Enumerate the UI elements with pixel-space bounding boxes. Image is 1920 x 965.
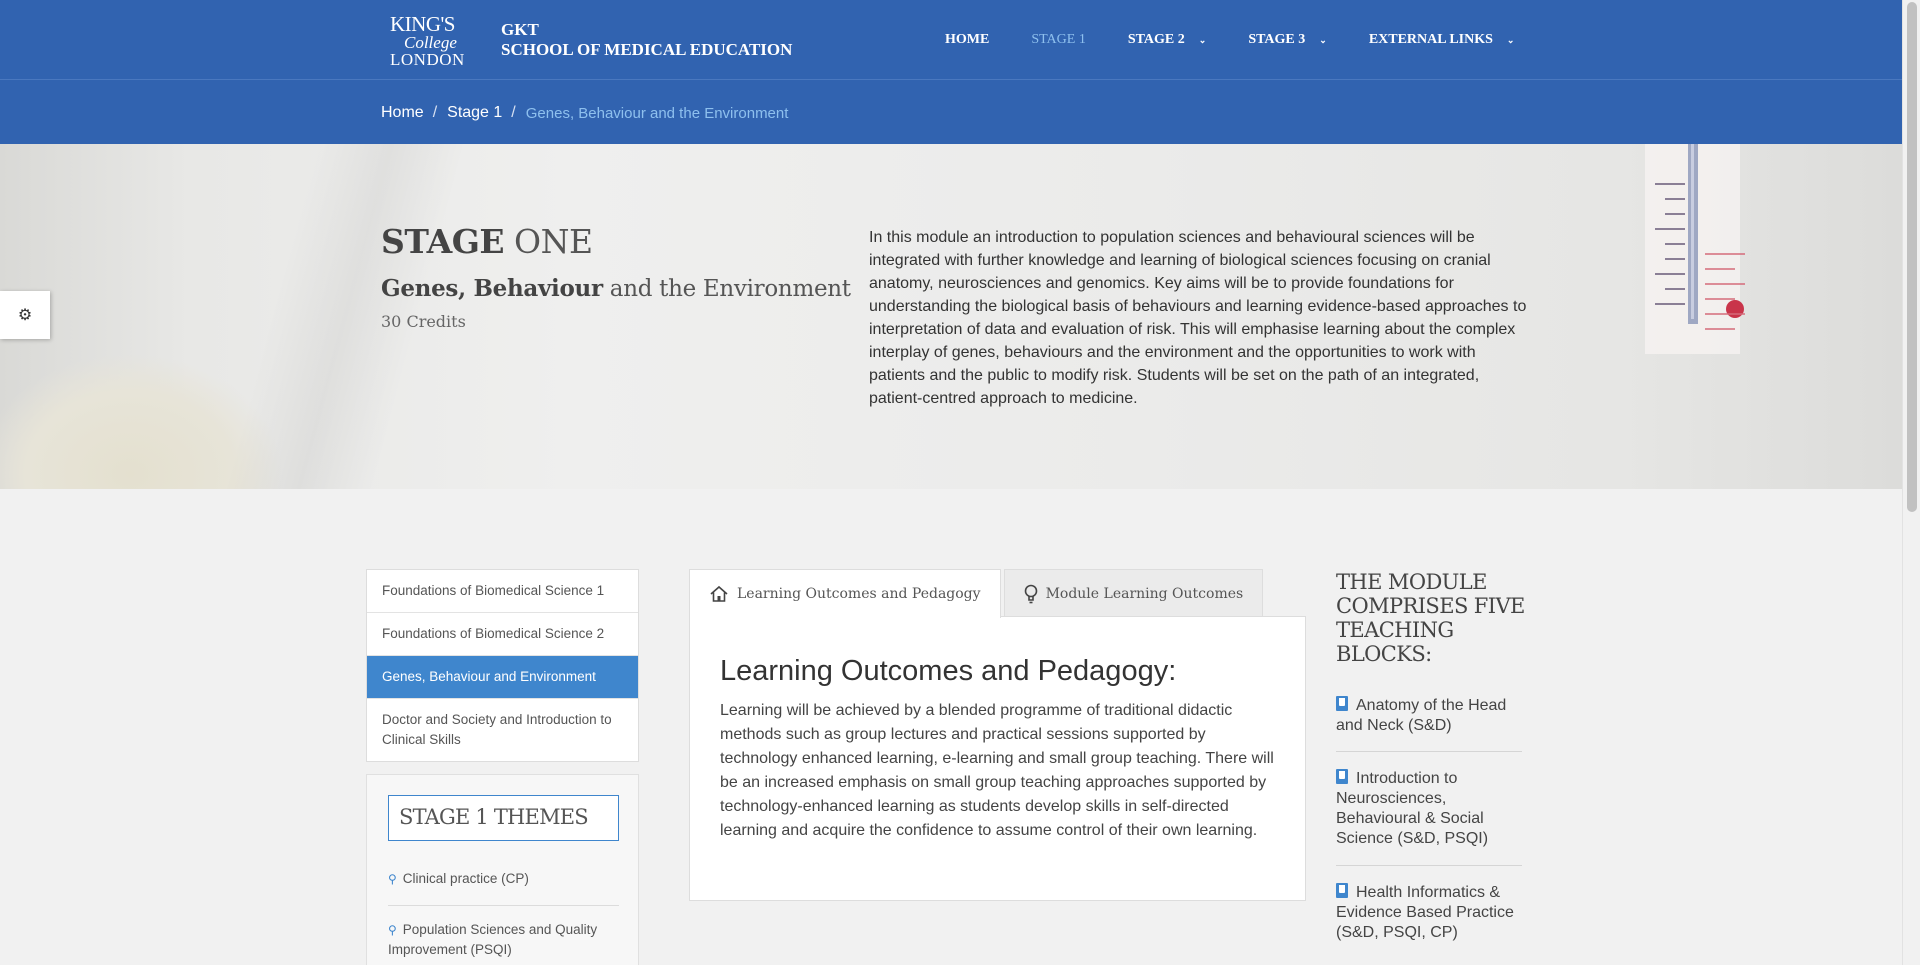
school-line1: GKT	[501, 20, 539, 39]
lightbulb-icon: ⚲	[388, 923, 397, 937]
tab-label: Module Learning Outcomes	[1045, 585, 1244, 602]
teaching-blocks-title: THE MODULE COMPRISES FIVE TEACHING BLOCK…	[1336, 570, 1525, 666]
logo-line3: LONDON	[390, 50, 465, 69]
logo-line2: College	[404, 33, 457, 52]
chevron-down-icon: ⌄	[1198, 34, 1207, 45]
chevron-down-icon: ⌄	[1319, 34, 1327, 45]
breadcrumb-separator: /	[432, 104, 438, 121]
nav-stage-2-label: STAGE 2	[1127, 32, 1185, 47]
nav-home-label: HOME	[945, 32, 990, 47]
home-icon	[709, 585, 729, 603]
breadcrumb-home[interactable]: Home	[381, 104, 424, 122]
kings-college-logo[interactable]: KING'S College LONDON	[390, 12, 478, 69]
settings-toggle[interactable]: ⚙	[0, 291, 50, 339]
stage-themes-panel: STAGE 1 THEMES ⚲ Clinical practice (CP) ⚲…	[366, 774, 639, 965]
book-icon	[1336, 769, 1348, 784]
theme-label: Clinical practice (CP)	[402, 871, 529, 886]
module-credits: 30 Credits	[381, 312, 466, 331]
nav-external-links-label: EXTERNAL LINKS	[1368, 32, 1493, 47]
module-item-foundations-1[interactable]: Foundations of Biomedical Science 1	[367, 570, 638, 613]
panel-heading: Learning Outcomes and Pedagogy:	[720, 655, 1177, 687]
content-tabs: Learning Outcomes and Pedagogy Module Le…	[689, 569, 1264, 618]
page-scrollbar[interactable]	[1902, 0, 1920, 965]
module-title-rest: and the Environment	[609, 276, 851, 302]
module-item-doctor-society[interactable]: Doctor and Society and Introduction to C…	[367, 699, 638, 761]
tab-panel: Learning Outcomes and Pedagogy: Learning…	[689, 616, 1306, 901]
scrollbar-thumb[interactable]	[1907, 2, 1917, 512]
tab-learning-outcomes-pedagogy[interactable]: Learning Outcomes and Pedagogy	[689, 569, 1001, 618]
gear-icon: ⚙	[17, 307, 33, 324]
book-icon	[1336, 883, 1348, 898]
lightbulb-icon: ⚲	[388, 872, 397, 886]
nav-stage-2[interactable]: STAGE 2 ⌄	[1128, 32, 1206, 48]
breadcrumb-bar: Home / Stage 1 / Genes, Behaviour and th…	[0, 80, 1902, 144]
nav-stage-1[interactable]: STAGE 1	[1031, 32, 1086, 48]
nav-stage-3-label: STAGE 3	[1248, 32, 1306, 47]
breadcrumb-stage-1[interactable]: Stage 1	[447, 104, 502, 122]
module-list: Foundations of Biomedical Science 1 Foun…	[366, 569, 639, 762]
module-item-genes-behaviour[interactable]: Genes, Behaviour and Environment	[367, 656, 638, 699]
tab-module-learning-outcomes[interactable]: Module Learning Outcomes	[1003, 569, 1264, 617]
breadcrumb-separator: /	[511, 104, 516, 121]
module-title-bold: Genes, Behaviour	[381, 275, 603, 302]
nav-home[interactable]: HOME	[945, 32, 989, 48]
school-line2: SCHOOL OF MEDICAL EDUCATION	[501, 40, 793, 59]
divider	[388, 905, 619, 906]
breadcrumb: Home / Stage 1 / Genes, Behaviour and th…	[381, 104, 788, 122]
teaching-block-label: Anatomy of the Head and Neck (S&D)	[1336, 697, 1507, 734]
teaching-block-label: Introduction to Neurosciences, Behaviour…	[1336, 770, 1489, 847]
logo-line1: KING'S	[390, 12, 455, 36]
book-icon	[1336, 696, 1348, 711]
stage-themes-title: STAGE 1 THEMES	[388, 795, 619, 841]
teaching-block-neurosciences[interactable]: Introduction to Neurosciences, Behaviour…	[1336, 769, 1522, 849]
theme-item-clinical-practice[interactable]: ⚲ Clinical practice (CP)	[388, 869, 619, 889]
theme-item-psqi[interactable]: ⚲ Population Sciences and Quality Improve…	[388, 920, 619, 959]
page-title: STAGE ONE	[381, 222, 593, 261]
top-navbar: KING'S College LONDON GKT SCHOOL OF MEDI…	[0, 0, 1902, 80]
school-name[interactable]: GKT SCHOOL OF MEDICAL EDUCATION	[501, 20, 792, 60]
module-description: In this module an introduction to popula…	[869, 229, 1527, 407]
panel-body: Learning will be achieved by a blended p…	[720, 702, 1274, 839]
module-title: Genes, Behaviour and the Environment	[381, 275, 851, 302]
lightbulb-icon	[1024, 584, 1038, 604]
teaching-block-anatomy[interactable]: Anatomy of the Head and Neck (S&D)	[1336, 696, 1522, 736]
divider	[1336, 751, 1522, 752]
hero-banner: STAGE ONE Genes, Behaviour and the Envir…	[0, 144, 1902, 489]
chevron-down-icon: ⌄	[1506, 34, 1515, 45]
teaching-block-label: Health Informatics & Evidence Based Prac…	[1336, 884, 1514, 941]
module-item-foundations-2[interactable]: Foundations of Biomedical Science 2	[367, 613, 638, 656]
breadcrumb-current: Genes, Behaviour and the Environment	[525, 105, 789, 122]
nav-external-links[interactable]: EXTERNAL LINKS ⌄	[1369, 32, 1515, 48]
nav-stage-1-label: STAGE 1	[1031, 32, 1086, 47]
tab-label: Learning Outcomes and Pedagogy	[737, 586, 981, 602]
thermometer-image	[1645, 144, 1745, 354]
nav-stage-3[interactable]: STAGE 3 ⌄	[1248, 32, 1326, 48]
page-title-rest: ONE	[514, 222, 593, 261]
theme-label: Population Sciences and Quality Improvem…	[388, 922, 598, 957]
divider	[1336, 865, 1522, 866]
page-title-bold: STAGE	[381, 222, 505, 261]
main-nav: HOME STAGE 1 STAGE 2 ⌄ STAGE 3 ⌄ EXTERNAL …	[945, 0, 1556, 80]
teaching-block-health-informatics[interactable]: Health Informatics & Evidence Based Prac…	[1336, 883, 1522, 943]
